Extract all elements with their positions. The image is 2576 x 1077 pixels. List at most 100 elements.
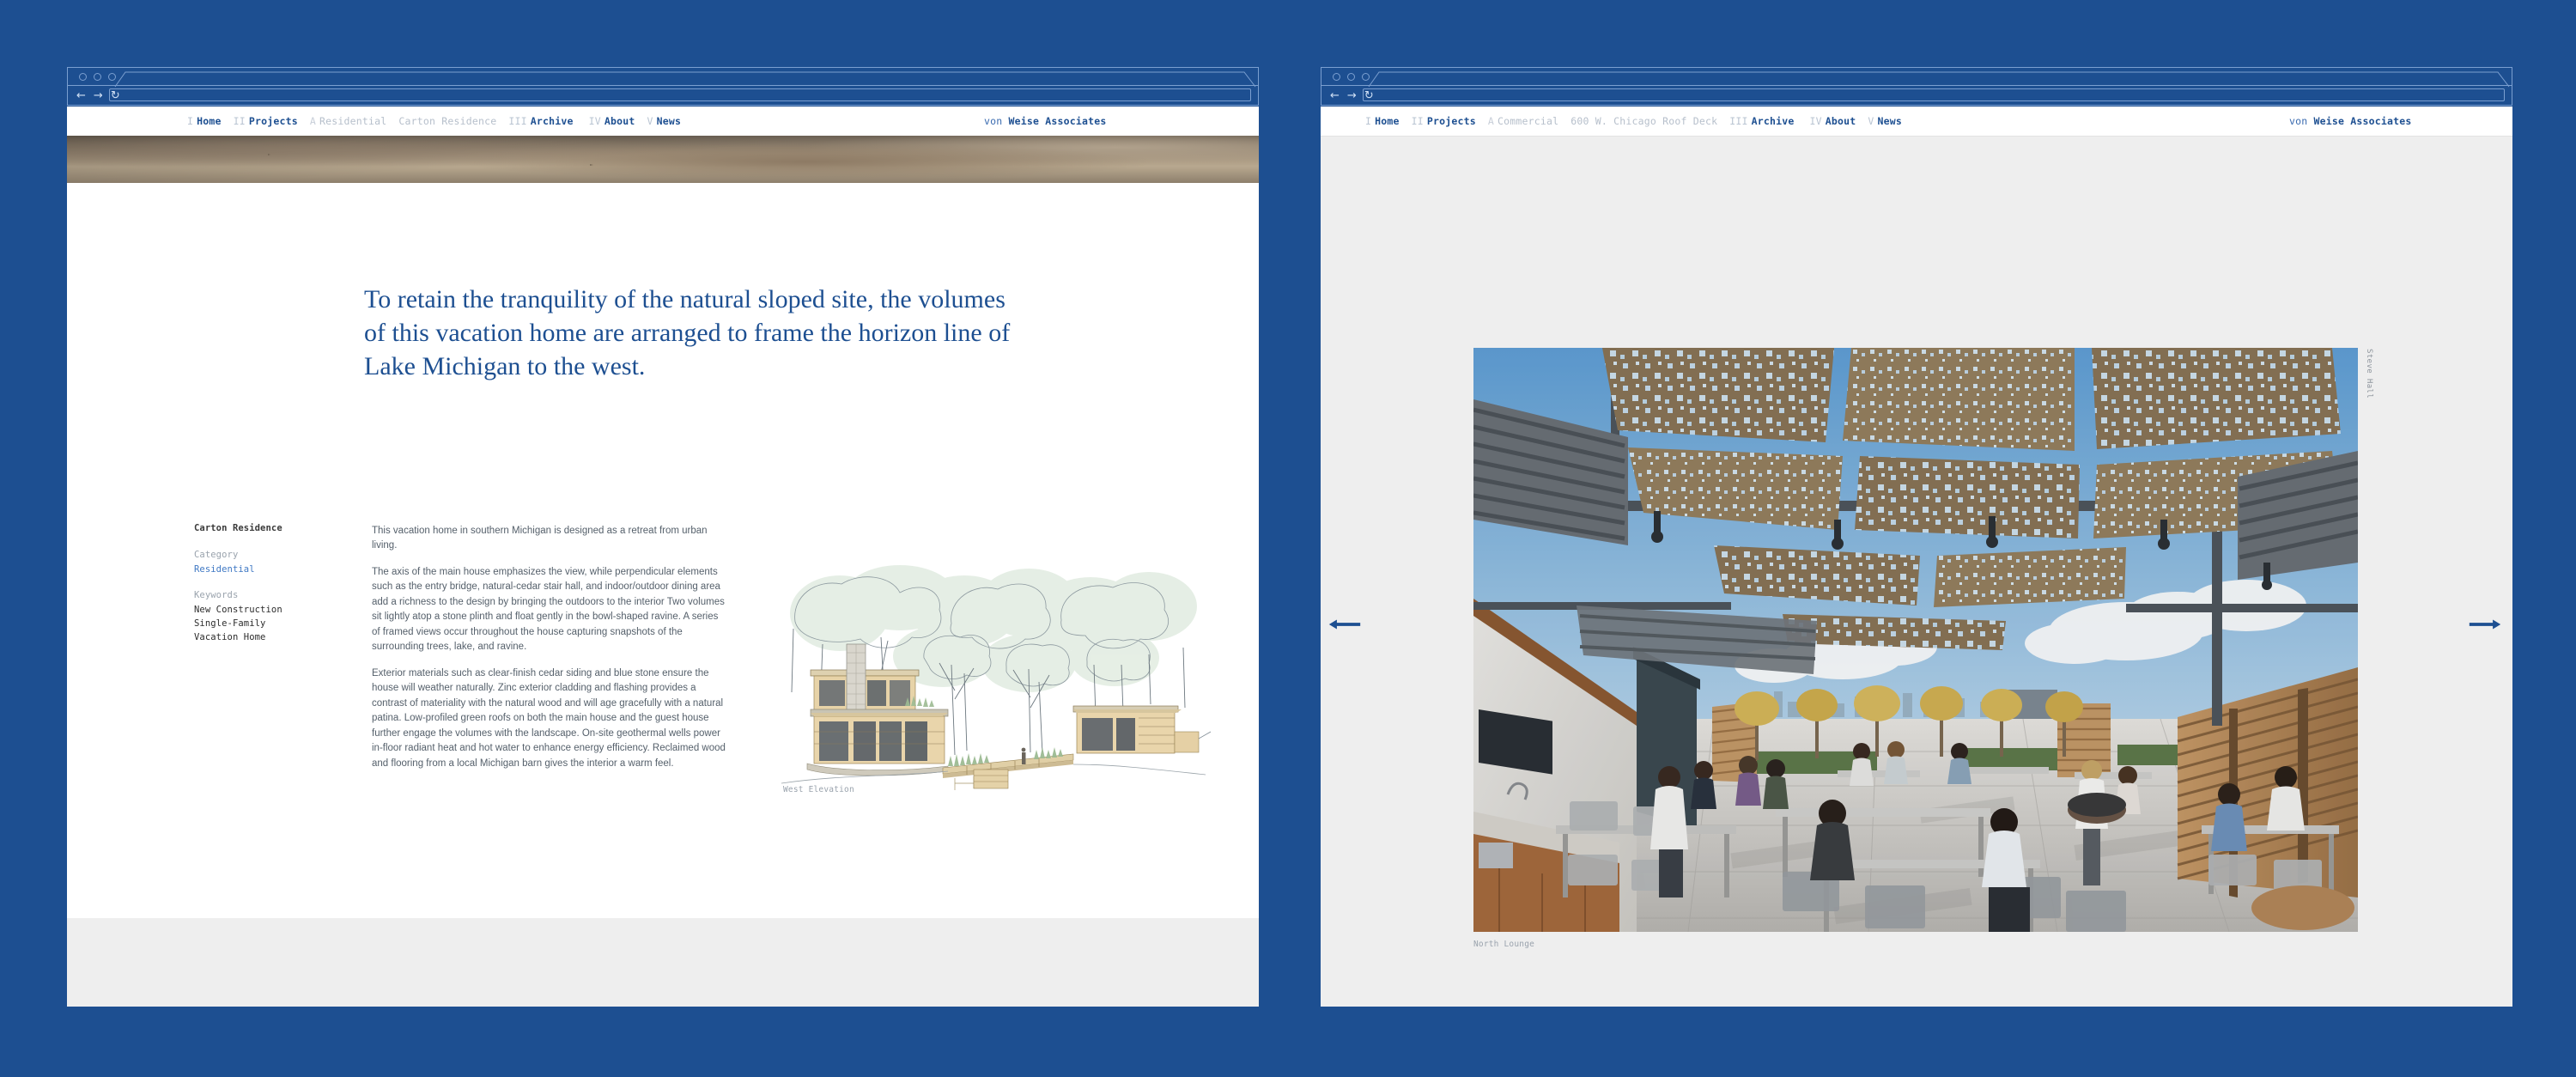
nav-numeral: A — [1487, 115, 1494, 127]
nav-item-label: Commercial — [1498, 115, 1559, 127]
nav-item-projects[interactable]: II Projects — [1412, 115, 1476, 127]
titlebar-left — [68, 68, 1258, 88]
gallery-prev-button[interactable] — [1327, 618, 1362, 631]
nav-item-archive[interactable]: III Archive — [1729, 115, 1794, 127]
browser-tab-right[interactable] — [1368, 71, 2510, 88]
forward-arrow-icon[interactable]: → — [94, 90, 103, 101]
brand-prefix: von — [2289, 115, 2314, 127]
nav-numeral: III — [508, 115, 527, 127]
project-meta-sidebar: Carton Residence Category Residential Ke… — [194, 523, 344, 642]
project-headline: To retain the tranquility of the natural… — [364, 283, 1025, 383]
nav-item-label: Residential — [319, 115, 387, 127]
meta-category-label: Category — [194, 550, 239, 560]
headline-text: To retain the tranquility of the natural… — [364, 285, 1011, 380]
window-controls-left[interactable] — [68, 72, 116, 81]
nav-item-label: Home — [1375, 115, 1400, 127]
nav-item-label: Archive — [530, 115, 574, 127]
nav-item-news[interactable]: V News — [1868, 115, 1902, 127]
meta-keywords-label: Keywords — [194, 590, 239, 600]
brand-prefix: von — [984, 115, 1009, 127]
meta-keyword-item[interactable]: Single-Family — [194, 618, 344, 629]
description-paragraph: Exterior materials such as clear-finish … — [372, 667, 726, 769]
nav-item-about[interactable]: IV About — [1809, 115, 1856, 127]
nav-item-label: About — [604, 115, 635, 127]
minimize-dot-icon[interactable] — [1347, 72, 1355, 81]
rooftop-lounge-photo — [1473, 348, 2358, 932]
nav-item-projects[interactable]: II Projects — [234, 115, 298, 127]
nav-numeral: I — [187, 115, 194, 127]
browser-chrome-right: ← → ↻ — [1321, 67, 2512, 106]
hero-photograph — [67, 136, 1259, 183]
back-arrow-icon[interactable]: ← — [1330, 90, 1340, 101]
west-elevation-figure: West Elevation — [771, 562, 1218, 798]
close-dot-icon[interactable] — [1333, 72, 1340, 81]
gallery-next-button[interactable] — [2468, 618, 2502, 631]
photo-caption: North Lounge — [1473, 940, 1535, 949]
desktop-background: ← → ↻ I Home II Projects A Residential C… — [0, 0, 2576, 1077]
forward-arrow-icon[interactable]: → — [1347, 90, 1357, 101]
nav-item-label: About — [1825, 115, 1856, 127]
photo-credit: Steve Hall — [2365, 349, 2373, 399]
site-brand-right[interactable]: von Weise Associates — [2289, 115, 2411, 127]
nav-item-label: Home — [197, 115, 222, 127]
page-footer-band-left — [67, 918, 1259, 1007]
description-paragraph: The axis of the main house emphasizes th… — [372, 566, 725, 653]
nav-item-carton-residence[interactable]: Carton Residence — [398, 115, 496, 127]
west-elevation-illustration — [781, 565, 1212, 790]
browser-toolbar-left: ← → ↻ — [68, 86, 1258, 105]
minimize-dot-icon[interactable] — [94, 72, 101, 81]
nav-item-home[interactable]: I Home — [187, 115, 222, 127]
browser-window-right: ← → ↻ I Home II Projects A Commercial 60… — [1321, 67, 2512, 1007]
site-nav-items-left: I Home II Projects A Residential Carton … — [187, 115, 681, 127]
nav-item-label: Projects — [1426, 115, 1476, 127]
description-paragraph: This vacation home in southern Michigan … — [372, 526, 708, 551]
titlebar-right — [1321, 68, 2512, 88]
page-viewport-right: I Home II Projects A Commercial 600 W. C… — [1321, 106, 2512, 1007]
nav-numeral: III — [1729, 115, 1748, 127]
nav-item-label: 600 W. Chicago Roof Deck — [1571, 115, 1718, 127]
browser-chrome-left: ← → ↻ — [67, 67, 1259, 106]
nav-item-about[interactable]: IV About — [589, 115, 635, 127]
brand-name: Weise Associates — [1008, 115, 1107, 127]
browser-window-left: ← → ↻ I Home II Projects A Residential C… — [67, 67, 1259, 1007]
meta-category-value[interactable]: Residential — [194, 564, 344, 575]
nav-numeral: IV — [588, 115, 601, 127]
nav-item-news[interactable]: V News — [647, 115, 681, 127]
nav-item-label: Archive — [1751, 115, 1795, 127]
nav-item-home[interactable]: I Home — [1365, 115, 1400, 127]
page-viewport-left: I Home II Projects A Residential Carton … — [67, 106, 1259, 1007]
illustration-caption: West Elevation — [783, 785, 854, 794]
nav-numeral: II — [233, 115, 246, 127]
nav-numeral: IV — [1809, 115, 1822, 127]
nav-item-label: Carton Residence — [398, 115, 497, 127]
nav-item-label: News — [656, 115, 682, 127]
meta-project-title: Carton Residence — [194, 523, 283, 533]
nav-numeral: V — [647, 115, 653, 127]
nav-item-600-w-chicago-roof-deck[interactable]: 600 W. Chicago Roof Deck — [1571, 115, 1717, 127]
nav-numeral: I — [1365, 115, 1372, 127]
close-dot-icon[interactable] — [79, 72, 87, 81]
nav-item-label: Projects — [248, 115, 298, 127]
site-brand-left[interactable]: von Weise Associates — [984, 115, 1106, 127]
nav-numeral: II — [1411, 115, 1424, 127]
browser-tab-left[interactable] — [114, 71, 1256, 88]
nav-item-residential[interactable]: A Residential — [310, 115, 387, 127]
meta-keyword-item[interactable]: New Construction — [194, 605, 344, 615]
site-nav-left: I Home II Projects A Residential Carton … — [67, 106, 1259, 136]
window-controls-right[interactable] — [1321, 72, 1370, 81]
nav-item-archive[interactable]: III Archive — [508, 115, 573, 127]
browser-toolbar-right: ← → ↻ — [1321, 86, 2512, 105]
brand-name: Weise Associates — [2313, 115, 2412, 127]
nav-numeral: V — [1868, 115, 1874, 127]
nav-item-label: News — [1877, 115, 1902, 127]
nav-item-commercial[interactable]: A Commercial — [1488, 115, 1558, 127]
meta-keyword-item[interactable]: Vacation Home — [194, 632, 344, 642]
site-nav-right: I Home II Projects A Commercial 600 W. C… — [1321, 106, 2512, 136]
nav-numeral: A — [309, 115, 316, 127]
address-bar-right[interactable] — [1363, 88, 2505, 101]
project-description: This vacation home in southern Michigan … — [372, 524, 728, 782]
gallery-photograph[interactable] — [1473, 348, 2358, 932]
address-bar-left[interactable] — [109, 88, 1251, 101]
back-arrow-icon[interactable]: ← — [76, 90, 86, 101]
nav-divider — [1321, 136, 2512, 137]
